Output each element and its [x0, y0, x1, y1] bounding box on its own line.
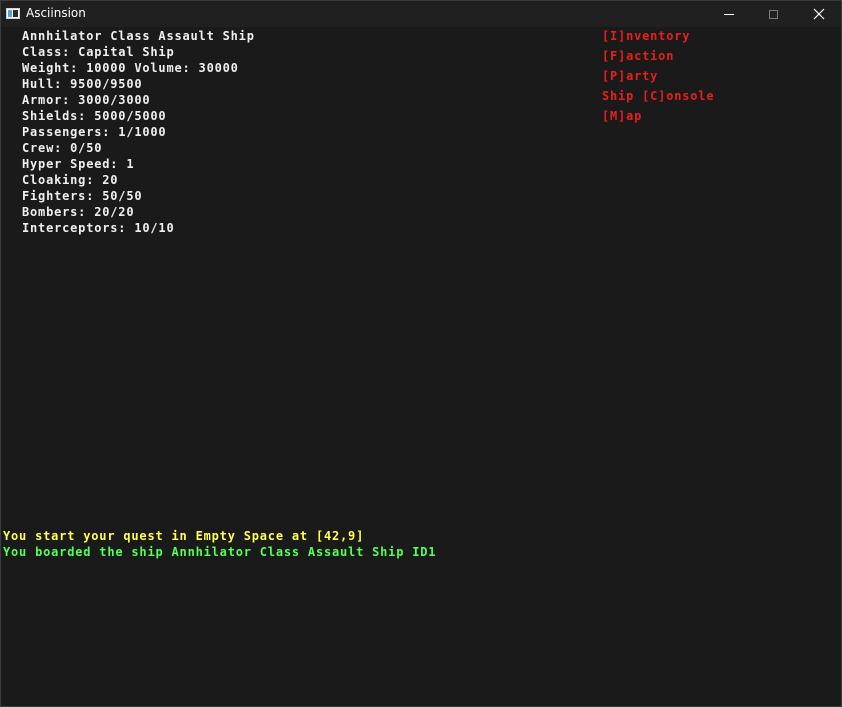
- menu-item-console[interactable]: Ship [C]onsole: [602, 88, 714, 104]
- minimize-button[interactable]: [706, 1, 751, 27]
- maximize-button[interactable]: [751, 1, 796, 27]
- window-title: Asciinsion: [26, 6, 86, 20]
- ship-interceptors: Interceptors: 10/10: [22, 221, 175, 235]
- menu-item-faction[interactable]: [F]action: [602, 48, 674, 64]
- menu-item-party[interactable]: [P]arty: [602, 68, 658, 84]
- ship-name: Annhilator Class Assault Ship: [22, 29, 255, 43]
- ship-hyper-speed: Hyper Speed: 1: [22, 157, 135, 171]
- log-message: You start your quest in Empty Space at […: [3, 529, 365, 543]
- ship-class: Class: Capital Ship: [22, 45, 175, 59]
- close-button[interactable]: [796, 1, 841, 27]
- minimize-icon: [723, 13, 734, 15]
- game-console: Annhilator Class Assault Ship Class: Cap…: [1, 27, 841, 706]
- ship-fighters: Fighters: 50/50: [22, 189, 143, 203]
- game-window: Asciinsion Annhilator Class Assault Ship…: [0, 0, 842, 707]
- ship-crew: Crew: 0/50: [22, 141, 103, 155]
- ship-passengers: Passengers: 1/1000: [22, 125, 167, 139]
- app-icon: [6, 8, 20, 19]
- ship-weight-volume: Weight: 10000 Volume: 30000: [22, 61, 239, 75]
- menu-item-map[interactable]: [M]ap: [602, 108, 642, 124]
- ship-bombers: Bombers: 20/20: [22, 205, 135, 219]
- ship-armor: Armor: 3000/3000: [22, 93, 151, 107]
- menu-item-inventory[interactable]: [I]nventory: [602, 28, 690, 44]
- ship-cloaking: Cloaking: 20: [22, 173, 119, 187]
- ship-hull: Hull: 9500/9500: [22, 77, 143, 91]
- maximize-icon: [769, 9, 778, 19]
- ship-shields: Shields: 5000/5000: [22, 109, 167, 123]
- close-icon: [813, 8, 824, 20]
- log-message: You boarded the ship Annhilator Class As…: [3, 545, 437, 559]
- title-bar[interactable]: Asciinsion: [1, 1, 841, 27]
